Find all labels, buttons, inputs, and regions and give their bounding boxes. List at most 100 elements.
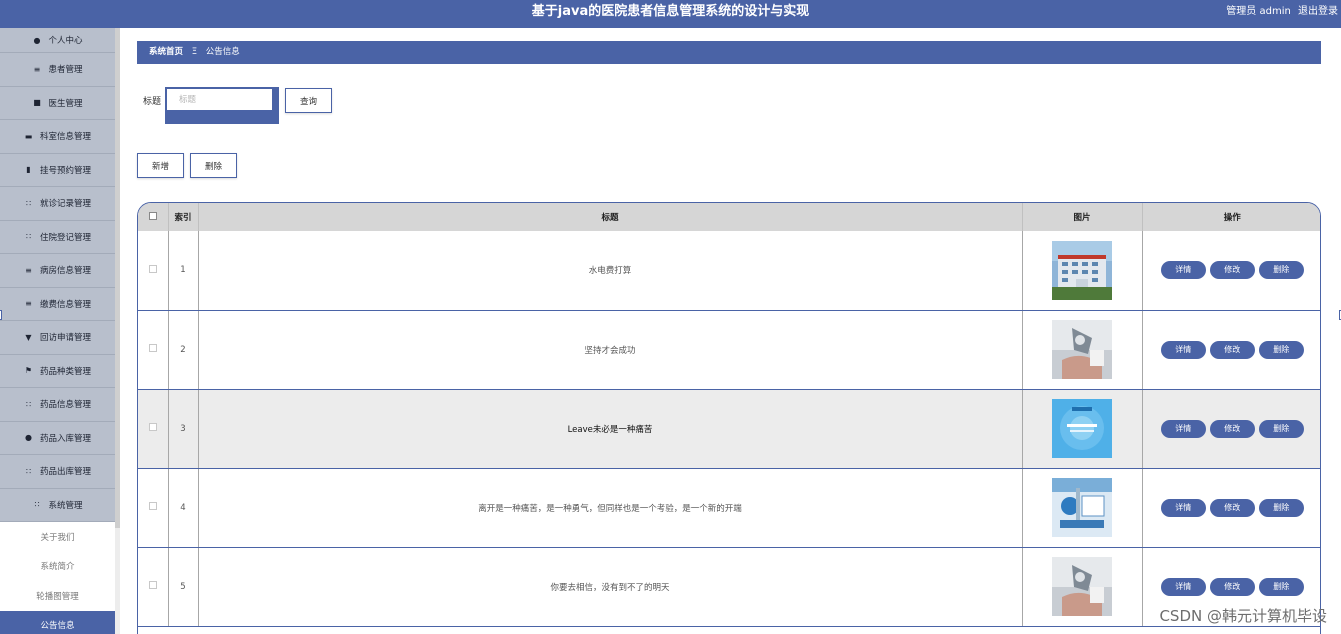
grid-icon: ∷ xyxy=(25,198,32,208)
announcement-thumbnail xyxy=(1052,320,1112,379)
detail-button[interactable]: 详情 xyxy=(1160,419,1206,438)
row-index: 1 xyxy=(168,231,199,311)
row-delete-button[interactable]: 删除 xyxy=(1258,340,1304,359)
sidebar-item-label: 药品出库管理 xyxy=(39,467,91,478)
table-row[interactable]: 3 Leave未必是一种痛苦 详情 修改 删除 xyxy=(138,389,1320,469)
sidebar-item-4[interactable]: ▬ 科室信息管理 xyxy=(0,120,115,154)
sidebar-item-14[interactable]: ∷ 药品出库管理 xyxy=(0,455,115,489)
sidebar-item-label: 系统管理 xyxy=(48,500,83,511)
table-row[interactable]: 4 离开是一种痛苦，是一种勇气，但同样也是一个考验，是一个新的开端 详情 修改 删除 xyxy=(138,468,1320,548)
grid-icon: ∷ xyxy=(34,500,40,510)
list-icon: ≡ xyxy=(25,265,32,275)
edit-button[interactable]: 修改 xyxy=(1209,340,1255,359)
top-bar: 基于java的医院患者信息管理系统的设计与实现 管理员 admin 退出登录 xyxy=(0,0,1341,28)
sidebar-item-7[interactable]: ∷ 住院登记管理 xyxy=(0,220,115,254)
sidebar-item-label: 病房信息管理 xyxy=(39,266,91,277)
breadcrumb-current: 公告信息 xyxy=(205,47,240,57)
column-header-index: 索引 xyxy=(168,203,199,231)
sidebar-item-label: 回访申请管理 xyxy=(39,333,91,344)
select-all-cell xyxy=(138,203,169,231)
row-checkbox[interactable] xyxy=(148,264,157,273)
row-index: 4 xyxy=(168,468,199,548)
detail-button[interactable]: 详情 xyxy=(1160,577,1206,596)
sidebar-item-8[interactable]: ≡ 病房信息管理 xyxy=(0,254,115,288)
detail-button[interactable]: 详情 xyxy=(1160,498,1206,517)
row-checkbox[interactable] xyxy=(148,581,157,589)
row-index: 5 xyxy=(168,547,199,627)
sidebar-item-label: 住院登记管理 xyxy=(39,232,91,243)
row-select-cell xyxy=(138,547,169,627)
row-image-cell xyxy=(1022,468,1143,548)
thumb-icon: ■ xyxy=(33,98,41,108)
announcement-thumbnail xyxy=(1052,399,1112,458)
sidebar: ● 个人中心 ≡ 患者管理 ■ 医生管理 ▬ 科室信息管理 ▮ 挂号预约管理 ∷ 就诊记录管理 ∷ 住院登… xyxy=(0,28,115,634)
announcement-table: 索引 标题 图片 操作 1 水电费打算 详情 修改 删除 2 坚持才会成功 详情 修改 删除 3 Le… xyxy=(137,202,1321,634)
table-row[interactable]: 1 水电费打算 详情 修改 删除 xyxy=(138,231,1320,311)
sidebar-item-13[interactable]: ● 药品入库管理 xyxy=(0,421,115,455)
row-index: 3 xyxy=(168,389,199,469)
sidebar-item-label: 药品入库管理 xyxy=(39,433,91,444)
row-delete-button[interactable]: 删除 xyxy=(1258,419,1304,438)
breadcrumb-home[interactable]: 系统首页 xyxy=(149,47,183,57)
row-title: 水电费打算 xyxy=(198,231,1023,311)
row-checkbox[interactable] xyxy=(148,344,157,352)
grid-icon: ∷ xyxy=(25,399,32,409)
row-image-cell xyxy=(1022,389,1143,469)
sidebar-item-11[interactable]: ⚑ 药品种类管理 xyxy=(0,354,115,388)
sidebar-item-3[interactable]: ■ 医生管理 xyxy=(0,86,115,120)
flag-icon: ⚑ xyxy=(24,366,33,376)
add-button[interactable]: 新增 xyxy=(137,153,184,178)
sidebar-item-2[interactable]: ≡ 患者管理 xyxy=(0,53,115,87)
row-title: 你要去相信，没有到不了的明天 xyxy=(198,547,1023,627)
edit-button[interactable]: 修改 xyxy=(1209,261,1255,280)
delete-button[interactable]: 删除 xyxy=(190,153,237,178)
announcement-thumbnail xyxy=(1052,240,1112,300)
sidebar-item-15[interactable]: ∷ 系统管理 xyxy=(0,488,115,522)
select-all-checkbox[interactable] xyxy=(148,211,157,220)
row-checkbox[interactable] xyxy=(148,502,157,510)
row-actions: 详情 修改 删除 xyxy=(1142,310,1320,390)
sidebar-item-6[interactable]: ∷ 就诊记录管理 xyxy=(0,187,115,221)
row-checkbox[interactable] xyxy=(148,423,157,431)
sidebar-subitem-3[interactable]: 轮播图管理 xyxy=(0,581,115,611)
edit-button[interactable]: 修改 xyxy=(1209,419,1255,438)
logout-link[interactable]: 退出登录 xyxy=(1298,6,1338,17)
row-title: Leave未必是一种痛苦 xyxy=(198,389,1023,469)
table-row[interactable]: 5 你要去相信，没有到不了的明天 详情 修改 删除 xyxy=(138,547,1320,627)
row-image-cell xyxy=(1022,231,1143,311)
sidebar-subitem-1[interactable]: 关于我们 xyxy=(0,522,115,552)
grid-icon: ∷ xyxy=(25,232,32,242)
user-label: 管理员 admin xyxy=(1226,6,1291,17)
watermark: CSDN @韩元计算机毕设 xyxy=(1159,607,1327,625)
edit-button[interactable]: 修改 xyxy=(1209,498,1255,517)
row-image-cell xyxy=(1022,310,1143,390)
table-row[interactable]: 2 坚持才会成功 详情 修改 删除 xyxy=(138,310,1320,390)
sidebar-subitem-2[interactable]: 系统简介 xyxy=(0,551,115,581)
detail-button[interactable]: 详情 xyxy=(1160,340,1206,359)
sidebar-item-5[interactable]: ▮ 挂号预约管理 xyxy=(0,153,115,187)
row-delete-button[interactable]: 删除 xyxy=(1258,577,1304,596)
grid-icon: ∷ xyxy=(25,466,32,476)
sidebar-item-9[interactable]: ≡ 缴费信息管理 xyxy=(0,287,115,321)
sidebar-subitem-4[interactable]: 公告信息 xyxy=(0,610,115,634)
scrollbar-thumb[interactable] xyxy=(115,28,120,528)
search-field-frame xyxy=(165,87,279,124)
sidebar-item-label: 个人中心 xyxy=(48,36,83,46)
sidebar-scrollbar[interactable] xyxy=(115,28,120,634)
row-title: 离开是一种痛苦，是一种勇气，但同样也是一个考验，是一个新的开端 xyxy=(198,468,1023,548)
search-input[interactable] xyxy=(167,89,272,110)
row-delete-button[interactable]: 删除 xyxy=(1258,261,1304,280)
briefcase-icon: ▬ xyxy=(24,131,33,141)
sidebar-item-10[interactable]: ▼ 回访申请管理 xyxy=(0,321,115,355)
detail-button[interactable]: 详情 xyxy=(1160,261,1206,280)
sidebar-item-label: 就诊记录管理 xyxy=(39,199,91,210)
sidebar-item-12[interactable]: ∷ 药品信息管理 xyxy=(0,388,115,422)
query-button[interactable]: 查询 xyxy=(285,88,332,113)
sidebar-item-label: 药品种类管理 xyxy=(39,366,91,377)
row-select-cell xyxy=(138,468,169,548)
edit-button[interactable]: 修改 xyxy=(1209,577,1255,596)
row-delete-button[interactable]: 删除 xyxy=(1258,498,1304,517)
sidebar-item-1[interactable]: ● 个人中心 xyxy=(0,28,115,53)
row-actions: 详情 修改 删除 xyxy=(1142,468,1320,548)
trophy-icon: ▼ xyxy=(25,332,32,342)
